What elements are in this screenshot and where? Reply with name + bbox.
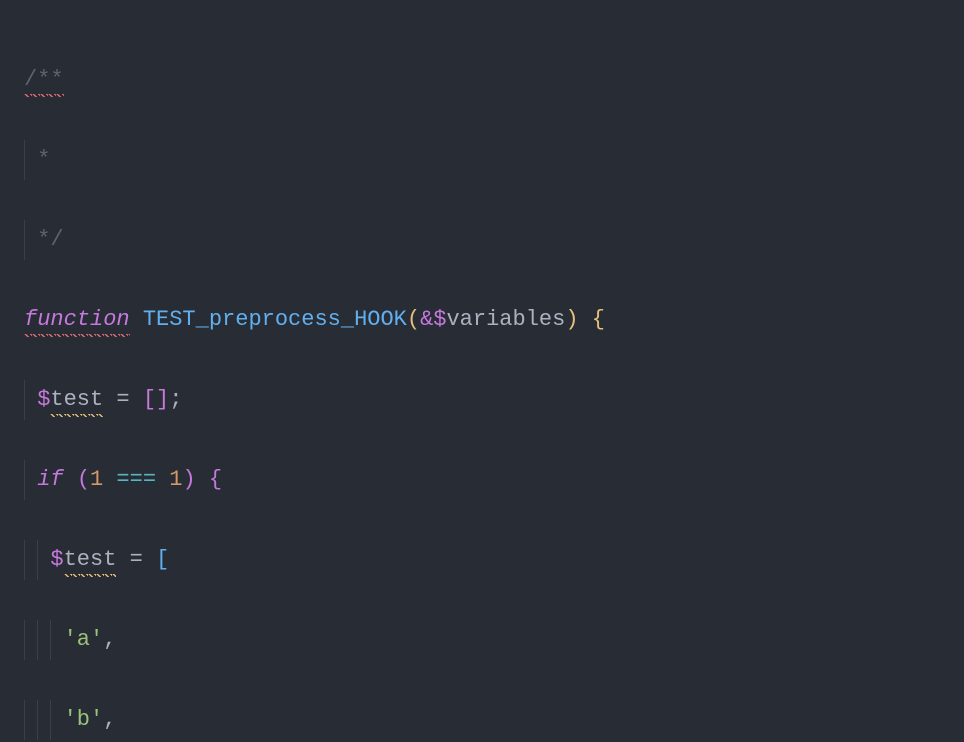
indent-guide bbox=[50, 620, 51, 660]
string-literal: 'a' bbox=[64, 627, 104, 652]
code-line[interactable]: */ bbox=[24, 220, 964, 260]
var-test: test bbox=[50, 380, 103, 420]
code-line[interactable]: if (1 === 1) { bbox=[24, 460, 964, 500]
function-name: TEST_preprocess_HOOK bbox=[143, 307, 407, 332]
code-line[interactable]: 'a', bbox=[24, 620, 964, 660]
bracket-close: ] bbox=[156, 387, 169, 412]
code-line[interactable]: /** bbox=[24, 60, 964, 100]
number-literal: 1 bbox=[90, 467, 103, 492]
indent-guide bbox=[37, 540, 38, 580]
docblock-line: * bbox=[24, 147, 50, 172]
paren-close: ) bbox=[182, 467, 195, 492]
indent-guide bbox=[50, 700, 51, 740]
code-line[interactable]: 'b', bbox=[24, 700, 964, 740]
indent-guide bbox=[24, 380, 25, 420]
string-literal: 'b' bbox=[64, 707, 104, 732]
brace-open: { bbox=[592, 307, 605, 332]
keyword-function: function bbox=[24, 300, 130, 340]
brace-open: { bbox=[209, 467, 222, 492]
bracket-open: [ bbox=[143, 387, 156, 412]
bracket-open: [ bbox=[156, 547, 169, 572]
semicolon: ; bbox=[169, 387, 182, 412]
paren-close: ) bbox=[565, 307, 578, 332]
indent-guide bbox=[24, 540, 25, 580]
dollar-sign: $ bbox=[50, 547, 63, 572]
indent-guide bbox=[37, 620, 38, 660]
indent-guide bbox=[24, 620, 25, 660]
comma: , bbox=[103, 707, 116, 732]
dollar-sign: $ bbox=[433, 307, 446, 332]
code-line[interactable]: * bbox=[24, 140, 964, 180]
operator-eq: === bbox=[103, 467, 169, 492]
indent-guide bbox=[24, 460, 25, 500]
space bbox=[64, 467, 77, 492]
indent-guide bbox=[37, 700, 38, 740]
code-editor[interactable]: /** * */ function TEST_preprocess_HOOK(&… bbox=[0, 0, 964, 742]
space bbox=[579, 307, 592, 332]
assign-op: = bbox=[103, 387, 143, 412]
space bbox=[130, 307, 143, 332]
keyword-if: if bbox=[37, 467, 63, 492]
ampersand: & bbox=[420, 307, 433, 332]
comma: , bbox=[103, 627, 116, 652]
space bbox=[196, 467, 209, 492]
assign-op: = bbox=[116, 547, 156, 572]
code-line[interactable]: $test = [ bbox=[24, 540, 964, 580]
param-variables: variables bbox=[446, 307, 565, 332]
docblock-open: /** bbox=[24, 60, 64, 100]
var-test: test bbox=[64, 540, 117, 580]
indent-guide bbox=[24, 700, 25, 740]
number-literal: 1 bbox=[169, 467, 182, 492]
paren-open: ( bbox=[407, 307, 420, 332]
docblock-close: */ bbox=[24, 227, 64, 252]
dollar-sign: $ bbox=[37, 387, 50, 412]
paren-open: ( bbox=[77, 467, 90, 492]
code-line[interactable]: $test = []; bbox=[24, 380, 964, 420]
code-line[interactable]: function TEST_preprocess_HOOK(&$variable… bbox=[24, 300, 964, 340]
